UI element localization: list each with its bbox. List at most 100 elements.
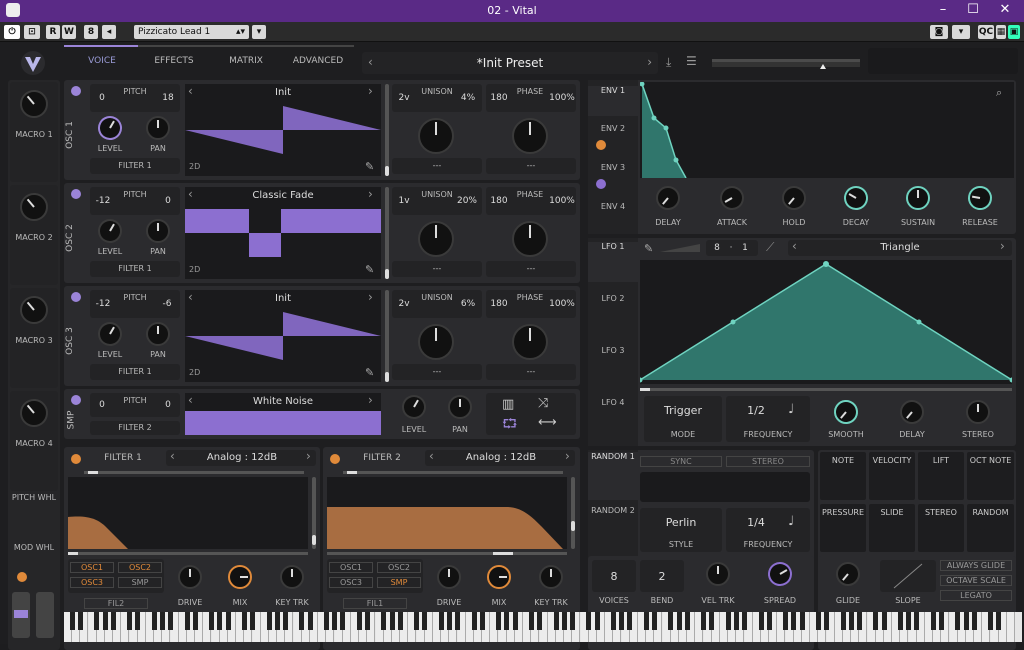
black-key[interactable] <box>356 612 362 630</box>
lfo-rate-box[interactable]: 8 · 1 <box>706 240 758 256</box>
filter-2-cutoff-slider[interactable] <box>327 552 567 555</box>
random-style-value[interactable]: Perlin <box>640 516 722 529</box>
envelope-graph[interactable]: ⌕ <box>639 81 1014 179</box>
filter-2-toggle[interactable] <box>330 454 340 464</box>
black-key[interactable] <box>963 612 969 630</box>
macro-4-knob[interactable] <box>14 393 54 433</box>
osc-2-scroll[interactable] <box>385 187 389 279</box>
black-key[interactable] <box>110 612 116 630</box>
black-key[interactable] <box>733 612 739 630</box>
close-icon[interactable]: ✕ <box>990 2 1020 17</box>
osc-1-dest-2[interactable]: --- <box>486 158 576 174</box>
black-key[interactable] <box>709 612 715 630</box>
black-key[interactable] <box>94 612 100 630</box>
dropdown-icon[interactable]: ▾ <box>252 25 266 39</box>
compare-icon[interactable]: 8 <box>84 25 98 39</box>
black-key[interactable] <box>159 612 165 630</box>
random-1-stereo[interactable]: STEREO <box>726 456 810 467</box>
preset-next-icon[interactable]: › <box>647 55 652 69</box>
grid-icon[interactable]: ▦ <box>996 25 1006 39</box>
lfo-tab-1[interactable]: LFO 1 <box>588 242 638 282</box>
host-preset-select[interactable]: Pizzicato Lead 1 ▴▾ <box>134 25 249 39</box>
macro-3-knob[interactable] <box>14 290 54 330</box>
mod-source-pressure[interactable]: PRESSURE <box>820 504 866 552</box>
black-key[interactable] <box>307 612 313 630</box>
piano-keyboard[interactable] <box>64 612 1022 642</box>
keyboard-track-icon[interactable]: ▥ <box>502 397 514 412</box>
osc-3-pitch-box[interactable]: -12 PITCH -6 <box>90 290 180 318</box>
osc-2-unison-knob[interactable] <box>418 221 454 257</box>
black-key[interactable] <box>881 612 887 630</box>
black-key[interactable] <box>340 612 346 630</box>
sampler-filter-select[interactable]: FILTER 2 <box>90 421 180 435</box>
black-key[interactable] <box>455 612 461 630</box>
osc-2-unison-box[interactable]: 1v UNISON 20% <box>392 187 482 215</box>
osc-1-unison-box[interactable]: 2v UNISON 4% <box>392 84 482 112</box>
osc-1-phase-value[interactable]: 180 <box>488 93 510 103</box>
osc-3-phase-value[interactable]: 180 <box>488 299 510 309</box>
bend-box[interactable]: 2 <box>640 560 684 592</box>
sampler-next-icon[interactable]: › <box>368 393 373 407</box>
osc-2-dest-2[interactable]: --- <box>486 261 576 277</box>
random-tab-2[interactable]: RANDOM 2 <box>588 506 638 515</box>
filter-2-blend-slider[interactable] <box>343 471 563 474</box>
filter-1-cutoff-slider[interactable] <box>68 552 308 555</box>
bend-value[interactable]: 2 <box>640 570 684 583</box>
sampler-pan-knob[interactable] <box>448 395 472 419</box>
lfo-rate-den[interactable]: 1 <box>738 243 752 253</box>
always-glide-toggle[interactable]: ALWAYS GLIDE <box>940 560 1012 571</box>
tab-matrix[interactable]: MATRIX <box>212 56 280 66</box>
osc-2-pan-knob[interactable] <box>146 219 170 243</box>
black-key[interactable] <box>627 612 633 630</box>
lfo-phase-slider[interactable] <box>640 388 1012 391</box>
black-key[interactable] <box>824 612 830 630</box>
lfo-shape-next-icon[interactable]: › <box>1000 239 1005 253</box>
black-key[interactable] <box>414 612 420 630</box>
black-key[interactable] <box>479 612 485 630</box>
filter-1-fx-route[interactable]: FIL2 <box>84 598 148 609</box>
osc-1-level-knob[interactable] <box>93 111 127 145</box>
black-key[interactable] <box>643 612 649 630</box>
white-key[interactable] <box>1007 612 1015 642</box>
black-key[interactable] <box>250 612 256 630</box>
lfo-rate-num[interactable]: 8 <box>710 243 724 253</box>
osc-2-phase-pct[interactable]: 100% <box>548 196 576 206</box>
black-key[interactable] <box>783 612 789 630</box>
macro-2[interactable]: MACRO 2 <box>10 185 58 285</box>
lfo-tempo-icon[interactable]: ♩ <box>788 402 794 417</box>
osc-3-scroll[interactable] <box>385 290 389 382</box>
black-key[interactable] <box>586 612 592 630</box>
filter-2-route-osc2[interactable]: OSC2 <box>377 562 421 573</box>
read-button[interactable]: R <box>46 25 60 39</box>
osc-2-phase-value[interactable]: 180 <box>488 196 510 206</box>
black-key[interactable] <box>594 612 600 630</box>
black-key[interactable] <box>209 612 215 630</box>
osc-2-phase-knob[interactable] <box>512 221 548 257</box>
osc-1-tune[interactable]: 18 <box>158 93 178 103</box>
env-hold-knob[interactable] <box>777 181 811 215</box>
black-key[interactable] <box>282 612 288 630</box>
qc-button[interactable]: QC <box>978 25 994 39</box>
black-key[interactable] <box>799 612 805 630</box>
filter-1-route-smp[interactable]: SMP <box>118 577 162 588</box>
osc-2-edit-icon[interactable]: ✎ <box>365 263 374 276</box>
black-key[interactable] <box>528 612 534 630</box>
black-key[interactable] <box>332 612 338 630</box>
mod-source-note[interactable]: NOTE <box>820 452 866 500</box>
filter-2-next-icon[interactable]: › <box>565 449 570 463</box>
filter-1-prev-icon[interactable]: ‹ <box>170 449 175 463</box>
black-key[interactable] <box>266 612 272 630</box>
black-key[interactable] <box>701 612 707 630</box>
host-menu-icon[interactable]: ▾ <box>952 25 970 39</box>
random-tempo-icon[interactable]: ♩ <box>788 514 794 529</box>
voices-box[interactable]: 8 <box>592 560 636 592</box>
black-key[interactable] <box>553 612 559 630</box>
black-key[interactable] <box>897 612 903 630</box>
osc-1-unison-detune[interactable]: 4% <box>456 93 480 103</box>
filter-1-route-osc2[interactable]: OSC2 <box>118 562 162 573</box>
black-key[interactable] <box>225 612 231 630</box>
filter-2-type-select[interactable]: ‹ Analog : 12dB › <box>425 449 575 466</box>
sampler-transpose[interactable]: 0 <box>92 400 112 410</box>
preset-prev-icon[interactable]: ‹ <box>368 55 373 69</box>
black-key[interactable] <box>151 612 157 630</box>
